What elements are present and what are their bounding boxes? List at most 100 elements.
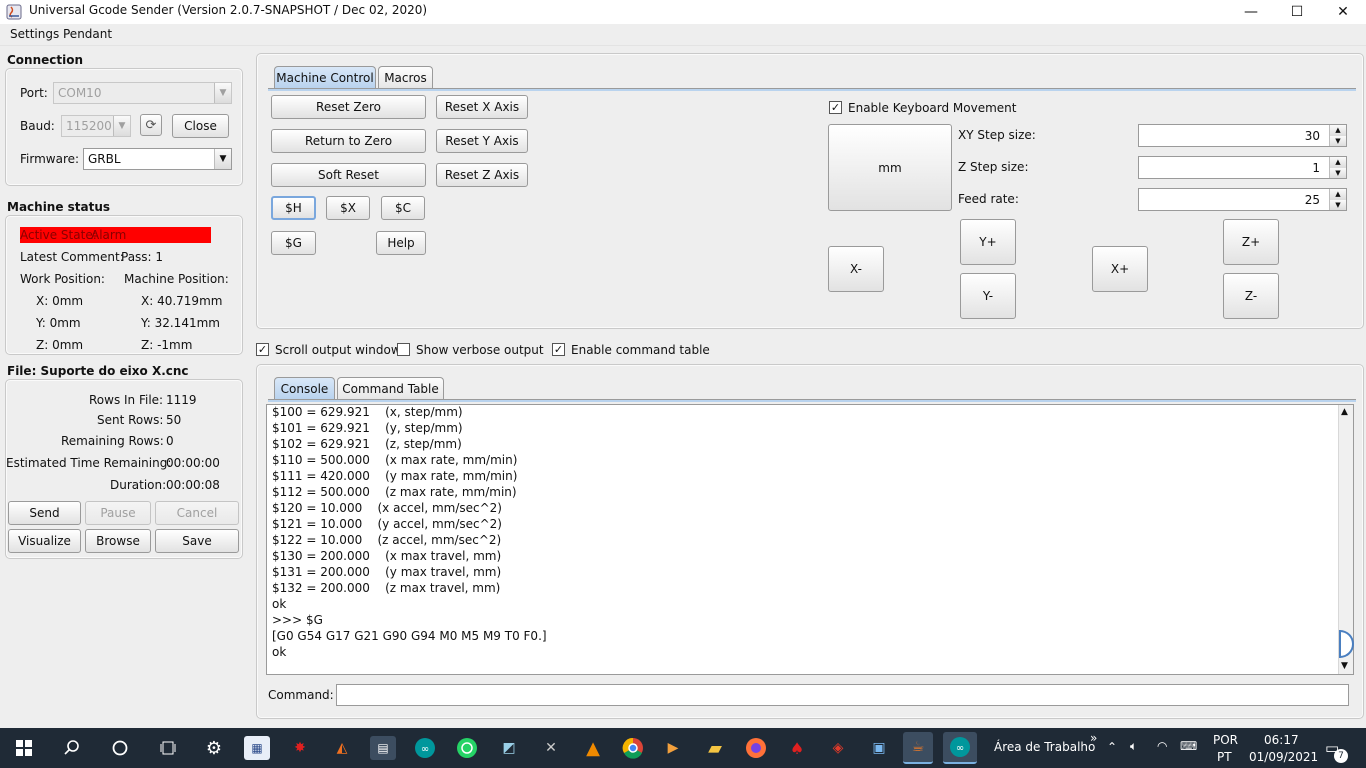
tab-command-table[interactable]: Command Table: [337, 377, 444, 399]
tab-console[interactable]: Console: [274, 377, 335, 399]
visualize-button[interactable]: Visualize: [8, 529, 81, 553]
jog-z-plus-button[interactable]: Z+: [1223, 219, 1279, 265]
verbose-output-label: Show verbose output: [416, 343, 544, 357]
calculator-icon[interactable]: ▤: [370, 736, 396, 760]
refresh-ports-button[interactable]: ⟳: [140, 114, 162, 136]
scroll-up-icon[interactable]: ▲: [1341, 407, 1348, 417]
send-button[interactable]: Send: [8, 501, 81, 525]
verbose-output-checkbox[interactable]: [397, 343, 410, 356]
java-app-icon[interactable]: ☕: [903, 732, 933, 764]
xy-step-spinner[interactable]: 30 ▲ ▼: [1138, 124, 1347, 147]
refresh-icon: ⟳: [145, 117, 157, 133]
search-icon[interactable]: [59, 736, 85, 760]
spinner-arrows[interactable]: ▲ ▼: [1329, 125, 1346, 146]
jog-z-minus-button[interactable]: Z-: [1223, 273, 1279, 319]
arduino-ide-icon[interactable]: ∞: [943, 732, 977, 764]
reset-y-axis-button[interactable]: Reset Y Axis: [436, 129, 528, 153]
baud-select[interactable]: 115200 ▼: [61, 115, 131, 137]
units-toggle-button[interactable]: mm: [828, 124, 952, 211]
tab-machine-control[interactable]: Machine Control: [274, 66, 376, 88]
return-to-zero-button[interactable]: Return to Zero: [271, 129, 426, 153]
clock-time[interactable]: 06:17: [1264, 733, 1299, 747]
toolbar-chevron[interactable]: »: [1090, 731, 1097, 745]
close-connection-button[interactable]: Close: [172, 114, 229, 138]
clock-date[interactable]: 01/09/2021: [1249, 750, 1318, 764]
duration-label: Duration:: [110, 478, 167, 492]
language-top[interactable]: POR: [1213, 733, 1238, 747]
windows-start-icon[interactable]: [11, 736, 37, 760]
unlock-cmd-button[interactable]: $X: [326, 196, 370, 220]
reset-z-axis-button[interactable]: Reset Z Axis: [436, 163, 528, 187]
wifi-icon[interactable]: ◠: [1157, 739, 1167, 753]
scroll-down-icon[interactable]: ▼: [1341, 661, 1348, 671]
menu-settings[interactable]: Settings: [10, 27, 59, 41]
menu-bar: Settings Pendant: [0, 24, 1366, 46]
jog-y-minus-button[interactable]: Y-: [960, 273, 1016, 319]
work-position-label: Work Position:: [20, 272, 105, 286]
cortana-icon[interactable]: [107, 736, 133, 760]
browse-button[interactable]: Browse: [85, 529, 151, 553]
photos-icon[interactable]: ▣: [866, 736, 892, 760]
reset-zero-button[interactable]: Reset Zero: [271, 95, 426, 119]
chrome-icon[interactable]: [620, 736, 646, 760]
port-select[interactable]: COM10 ▼: [53, 82, 232, 104]
firefox-icon[interactable]: [743, 736, 769, 760]
command-input[interactable]: [336, 684, 1349, 706]
scroll-thumb[interactable]: [1339, 630, 1354, 658]
arduino-icon[interactable]: ∞: [412, 736, 438, 760]
minimize-button[interactable]: —: [1228, 0, 1274, 24]
console-line: $131 = 200.000 (y max travel, mm): [272, 565, 502, 579]
language-bottom[interactable]: PT: [1217, 750, 1232, 764]
satellite-app-icon[interactable]: ✕: [538, 736, 564, 760]
tab-macros[interactable]: Macros: [378, 66, 433, 88]
work-z: Z: 0mm: [36, 338, 84, 352]
jog-x-minus-button[interactable]: X-: [828, 246, 884, 292]
file-explorer-icon[interactable]: ▰: [702, 736, 728, 760]
sketchup-icon[interactable]: ◈: [825, 736, 851, 760]
estimated-time-value: 00:00:00: [166, 456, 220, 470]
cnc-app-icon[interactable]: ✸: [287, 736, 313, 760]
jog-y-plus-button[interactable]: Y+: [960, 219, 1016, 265]
keyboard-icon[interactable]: ⌨: [1180, 739, 1197, 753]
jog-x-plus-button[interactable]: X+: [1092, 246, 1148, 292]
tray-up-arrow-icon[interactable]: ⌃: [1107, 740, 1117, 754]
z-step-label: Z Step size:: [958, 160, 1029, 174]
acrobat-icon[interactable]: ♠: [784, 736, 810, 760]
help-button[interactable]: Help: [376, 231, 426, 255]
reset-x-axis-button[interactable]: Reset X Axis: [436, 95, 528, 119]
save-button[interactable]: Save: [155, 529, 239, 553]
command-table-checkbox[interactable]: ✓: [552, 343, 565, 356]
spinner-arrows[interactable]: ▲ ▼: [1329, 189, 1346, 210]
app-launcher-icon[interactable]: ▦: [244, 736, 270, 760]
task-view-icon[interactable]: [155, 736, 181, 760]
chevron-up-icon: ▲: [1330, 125, 1346, 136]
pause-button[interactable]: Pause: [85, 501, 151, 525]
check-cmd-button[interactable]: $C: [381, 196, 425, 220]
feed-rate-spinner[interactable]: 25 ▲ ▼: [1138, 188, 1347, 211]
enable-keyboard-checkbox[interactable]: ✓: [829, 101, 842, 114]
spinner-arrows[interactable]: ▲ ▼: [1329, 157, 1346, 178]
gcode-state-button[interactable]: $G: [271, 231, 316, 255]
menu-pendant[interactable]: Pendant: [63, 27, 112, 41]
notes-app-icon[interactable]: ◩: [496, 736, 522, 760]
soft-reset-button[interactable]: Soft Reset: [271, 163, 426, 187]
media-player-icon[interactable]: ▶: [660, 736, 686, 760]
maximize-button[interactable]: ☐: [1274, 0, 1320, 24]
home-cmd-button[interactable]: $H: [271, 196, 316, 220]
z-step-spinner[interactable]: 1 ▲ ▼: [1138, 156, 1347, 179]
console-output[interactable]: $100 = 629.921 (x, step/mm) $101 = 629.92…: [266, 404, 1354, 675]
firmware-select[interactable]: GRBL ▼: [83, 148, 232, 170]
scroll-output-checkbox[interactable]: ✓: [256, 343, 269, 356]
console-scrollbar[interactable]: ▲ ▼: [1338, 405, 1354, 674]
enable-keyboard-label: Enable Keyboard Movement: [848, 101, 1017, 115]
firmware-label: Firmware:: [20, 152, 80, 166]
whatsapp-icon[interactable]: [454, 736, 480, 760]
close-window-button[interactable]: ✕: [1320, 0, 1366, 24]
settings-gear-icon[interactable]: ⚙: [201, 736, 227, 760]
desktop-toolbar-label[interactable]: Área de Trabalho: [994, 740, 1095, 754]
vlc-icon[interactable]: ▲: [580, 736, 606, 760]
machine-position-label: Machine Position:: [124, 272, 229, 286]
cancel-button[interactable]: Cancel: [155, 501, 239, 525]
volume-icon[interactable]: 🔈︎: [1130, 739, 1137, 754]
matlab-icon[interactable]: ◭: [329, 736, 355, 760]
